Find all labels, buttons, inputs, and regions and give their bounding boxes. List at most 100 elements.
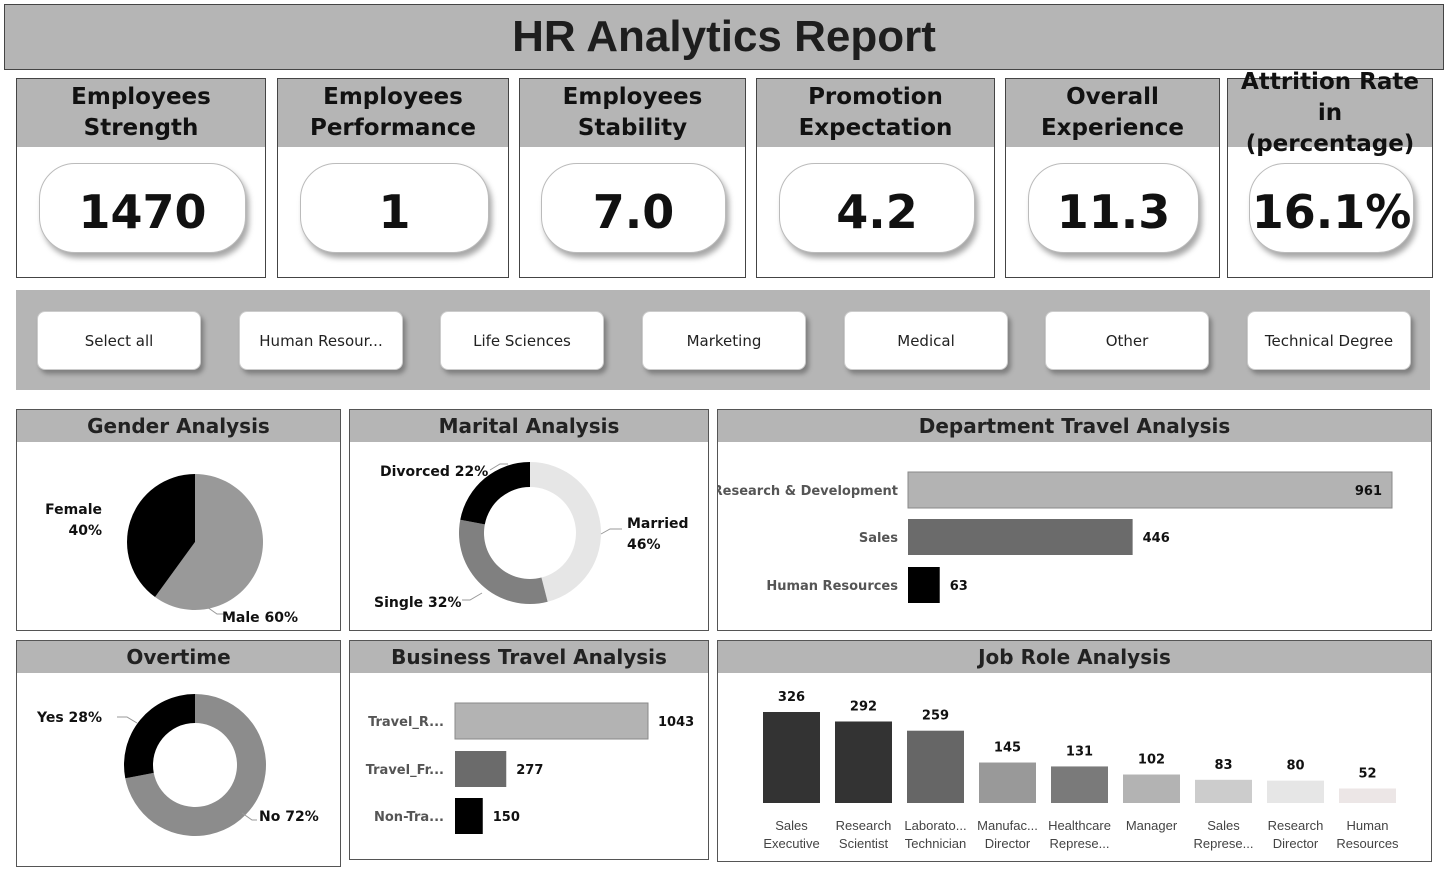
category-label: Human Resources [766,579,898,594]
kpi-card-overall-experience: Overall Experience 11.3 [1005,78,1220,278]
bar[interactable] [1195,779,1252,803]
job-role-panel: Job Role Analysis 326 Sales Executive 292 Re… [717,640,1432,862]
overtime-panel: Overtime Yes 28% No 72% [16,640,341,867]
slicer-option-medical[interactable]: Medical [844,311,1008,370]
page-title: HR Analytics Report [4,4,1444,70]
category-label: Director [985,836,1031,851]
leader-line [241,812,257,821]
bar[interactable] [455,751,507,787]
kpi-value-box: 11.3 [1028,163,1199,253]
category-label: Sales [859,531,898,546]
gender-analysis-panel: Gender Analysis Female 40% Male 60% [16,409,341,631]
kpi-label: Overall Experience [1006,79,1219,147]
kpi-value-box: 4.2 [779,163,975,253]
business-travel-bar-chart: Travel_R... 1043 Travel_Fr... 277 Non-Tra...… [366,702,694,834]
kpi-value: 11.3 [1056,185,1171,239]
bar[interactable] [1339,788,1396,803]
data-label: 52 [1358,766,1376,781]
kpi-card-attrition-rate: Attrition Rate in (percentage) 16.1% [1227,69,1433,278]
bar[interactable] [1123,774,1180,803]
leader-line [117,716,138,724]
kpi-card-promotion-expectation: Promotion Expectation 4.2 [756,78,995,278]
panel-title: Overtime [17,641,340,673]
data-label: 131 [1066,744,1093,759]
slice-label: Single 32% [374,595,462,611]
leader-line [600,528,622,535]
slice-percent: 46% [627,537,661,553]
kpi-value: 7.0 [592,185,675,239]
data-label: 277 [516,763,543,778]
category-label: Healthcare [1048,818,1111,833]
kpi-value-box: 7.0 [541,163,726,253]
bar[interactable] [907,730,964,803]
category-label: Director [1273,836,1319,851]
bar[interactable] [1051,766,1108,803]
data-label: 259 [922,709,949,724]
category-label: Scientist [839,836,889,851]
slicer-option-marketing[interactable]: Marketing [642,311,806,370]
slicer-option-select-all[interactable]: Select all [37,311,201,370]
bar[interactable] [908,567,940,603]
panel-title: Gender Analysis [17,410,340,442]
kpi-value: 16.1% [1251,185,1412,239]
data-label: 150 [493,810,520,825]
data-label: 292 [850,699,877,714]
kpi-label: Employees Strength [17,79,265,147]
data-label: 326 [778,690,805,705]
category-label: Non-Tra... [374,810,444,825]
slicer-option-other[interactable]: Other [1045,311,1209,370]
category-label: Sales [1207,818,1240,833]
panel-title: Business Travel Analysis [350,641,708,673]
category-label: Laborato... [904,818,966,833]
data-label: 83 [1214,758,1232,773]
slice-label: Male 60% [222,610,298,626]
donut-slice-single[interactable] [459,519,548,604]
data-label: 102 [1138,753,1165,768]
category-label: Sales [775,818,808,833]
category-label: Travel_R... [368,715,444,730]
kpi-value: 1 [378,185,411,239]
kpi-value-box: 1470 [39,163,246,253]
slicer-option-life-sciences[interactable]: Life Sciences [440,311,604,370]
data-label: 80 [1286,759,1304,774]
panel-title: Marital Analysis [350,410,708,442]
category-label: Manager [1126,818,1178,833]
department-bar-chart: Research & Development 961 Sales 446 Human R… [718,471,1393,603]
kpi-value-box: 16.1% [1249,163,1414,253]
bar[interactable] [908,519,1133,555]
data-label: 63 [950,579,968,594]
bar[interactable] [907,471,1393,509]
category-label: Resources [1336,836,1399,851]
marital-donut-chart: Married 46% Single 32% Divorced 22% [374,462,689,611]
slice-label: Yes 28% [36,710,102,726]
leader-line [462,592,483,601]
slice-label: No 72% [259,809,319,825]
category-label: Technician [905,836,966,851]
page-title-text: HR Analytics Report [512,12,936,61]
bar[interactable] [454,702,649,740]
department-travel-panel: Department Travel Analysis Research & De… [717,409,1432,631]
data-label: 145 [994,741,1021,756]
kpi-label: Employees Stability [520,79,745,147]
overtime-donut-chart: Yes 28% No 72% [36,694,319,836]
bar[interactable] [1267,780,1324,803]
bar[interactable] [763,712,820,803]
category-label: Human [1347,818,1389,833]
business-travel-panel: Business Travel Analysis Travel_R... 1043… [349,640,709,860]
category-label: Research [836,818,892,833]
category-label: Research [1268,818,1324,833]
kpi-label: Promotion Expectation [757,79,994,147]
gender-pie-chart: Female 40% Male 60% [45,474,298,626]
panel-title: Job Role Analysis [718,641,1431,673]
slice-percent: 40% [68,523,102,539]
bar[interactable] [979,762,1036,803]
slicer-option-human-resources[interactable]: Human Resour... [239,311,403,370]
slicer-option-technical-degree[interactable]: Technical Degree [1247,311,1411,370]
slice-label: Married [627,516,689,532]
donut-slice-yes[interactable] [124,694,195,779]
bar[interactable] [835,721,892,803]
bar[interactable] [455,798,483,834]
category-label: Travel_Fr... [366,763,444,778]
kpi-value: 1470 [78,185,207,239]
category-label: Represe... [1050,836,1110,851]
